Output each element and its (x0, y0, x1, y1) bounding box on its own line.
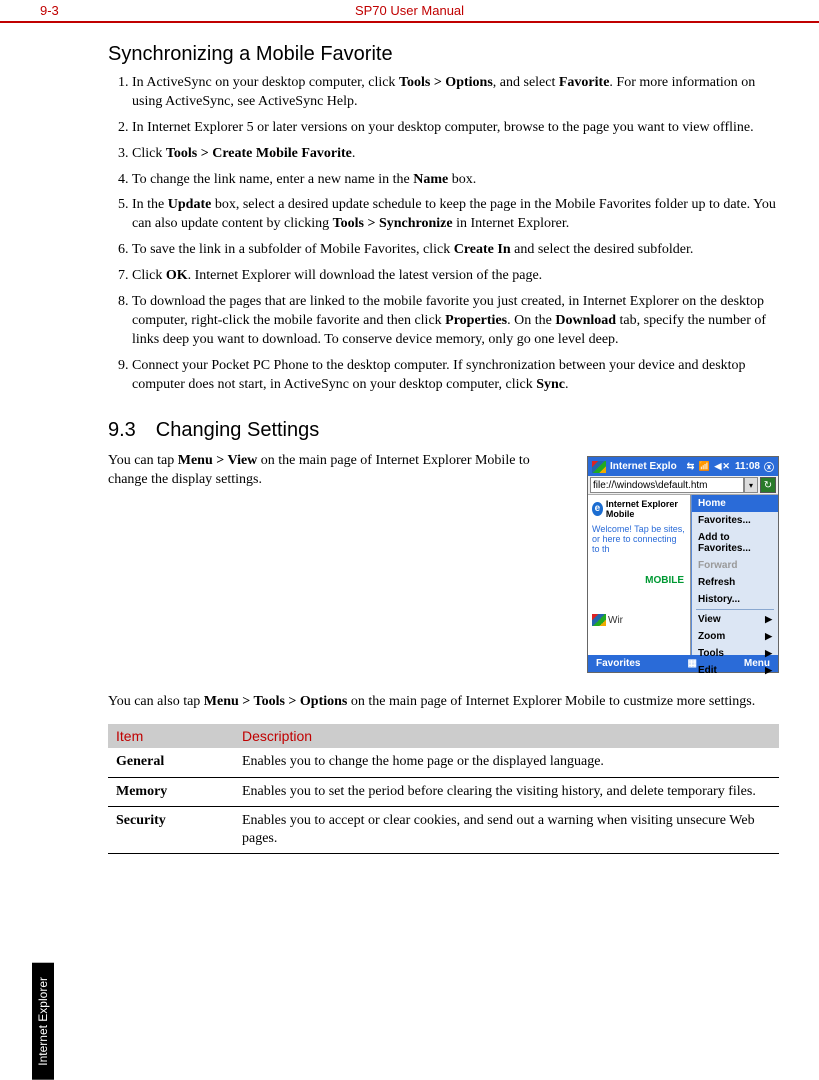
menu-favorites[interactable]: Favorites... (692, 512, 778, 529)
mock-context-menu: Home Favorites... Add to Favorites... Fo… (691, 495, 778, 655)
ie-logo-icon: e (592, 502, 603, 516)
mock-mobile-label: MOBILE (592, 575, 686, 586)
start-flag-icon (592, 461, 606, 473)
softkey-menu[interactable]: Menu (744, 658, 770, 669)
table-row: General Enables you to change the home p… (108, 748, 779, 777)
menu-refresh[interactable]: Refresh (692, 574, 778, 591)
step-5: In the Update box, select a desired upda… (132, 196, 779, 234)
step-1: In ActiveSync on your desktop computer, … (132, 74, 779, 112)
desc-security: Enables you to accept or clear cookies, … (234, 806, 779, 853)
menu-forward: Forward (692, 557, 778, 574)
table-row: Memory Enables you to set the period bef… (108, 777, 779, 806)
page-number: 9-3 (40, 3, 59, 18)
step-3: Click Tools > Create Mobile Favorite. (132, 145, 779, 164)
step-9: Connect your Pocket PC Phone to the desk… (132, 357, 779, 395)
menu-view[interactable]: View▶ (692, 611, 778, 628)
mock-time: 11:08 (735, 461, 760, 472)
mock-welcome-text: Welcome! Tap be sites, or here to connec… (592, 525, 686, 555)
col-description: Description (234, 724, 779, 748)
table-header-row: Item Description (108, 724, 779, 748)
dropdown-icon[interactable]: ▾ (744, 477, 758, 493)
windows-flag-icon (592, 614, 606, 626)
desc-general: Enables you to change the home page or t… (234, 748, 779, 777)
col-item: Item (108, 724, 234, 748)
mock-address-bar: ▾ ↻ (588, 476, 778, 495)
sync-heading: Synchronizing a Mobile Favorite (108, 43, 779, 66)
go-icon[interactable]: ↻ (760, 477, 776, 493)
item-memory: Memory (108, 777, 234, 806)
mock-titlebar: Internet Explo ⇆ 📶 ◀✕ 11:08 ⓧ (588, 457, 778, 476)
step-8: To download the pages that are linked to… (132, 293, 779, 350)
step-2: In Internet Explorer 5 or later versions… (132, 119, 779, 138)
device-screenshot: Internet Explo ⇆ 📶 ◀✕ 11:08 ⓧ ▾ ↻ e Inte… (587, 456, 779, 673)
item-general: General (108, 748, 234, 777)
page-content: Synchronizing a Mobile Favorite In Activ… (0, 23, 819, 854)
section-93-para2: You can also tap Menu > Tools > Options … (108, 693, 779, 712)
mock-page-body: e Internet Explorer Mobile Welcome! Tap … (588, 495, 691, 655)
step-7: Click OK. Internet Explorer will downloa… (132, 267, 779, 286)
section-93-para1: You can tap Menu > View on the main page… (108, 452, 567, 490)
mock-windows-label: Wir (592, 614, 686, 626)
chevron-right-icon: ▶ (765, 631, 772, 642)
ok-icon: ⓧ (764, 459, 774, 474)
mock-url-input[interactable] (590, 477, 744, 493)
chapter-tab: Internet Explorer (32, 963, 54, 1080)
sync-steps: In ActiveSync on your desktop computer, … (108, 74, 779, 394)
keyboard-icon[interactable]: ▦ (687, 658, 696, 669)
ie-brand: e Internet Explorer Mobile (592, 499, 686, 519)
menu-home[interactable]: Home (692, 495, 778, 512)
options-table: Item Description General Enables you to … (108, 724, 779, 854)
item-security: Security (108, 806, 234, 853)
menu-zoom[interactable]: Zoom▶ (692, 628, 778, 645)
menu-history[interactable]: History... (692, 591, 778, 608)
step-6: To save the link in a subfolder of Mobil… (132, 241, 779, 260)
section-93-heading: 9.3 Changing Settings (108, 419, 779, 442)
step-4: To change the link name, enter a new nam… (132, 171, 779, 190)
mock-app-title: Internet Explo (610, 461, 677, 472)
menu-add-favorites[interactable]: Add to Favorites... (692, 529, 778, 557)
status-icons: ⇆ 📶 ◀✕ (687, 461, 731, 472)
softkey-favorites[interactable]: Favorites (596, 658, 640, 669)
desc-memory: Enables you to set the period before cle… (234, 777, 779, 806)
chevron-right-icon: ▶ (765, 614, 772, 625)
manual-title: SP70 User Manual (0, 3, 819, 18)
table-row: Security Enables you to accept or clear … (108, 806, 779, 853)
page-header: 9-3 SP70 User Manual (0, 0, 819, 23)
